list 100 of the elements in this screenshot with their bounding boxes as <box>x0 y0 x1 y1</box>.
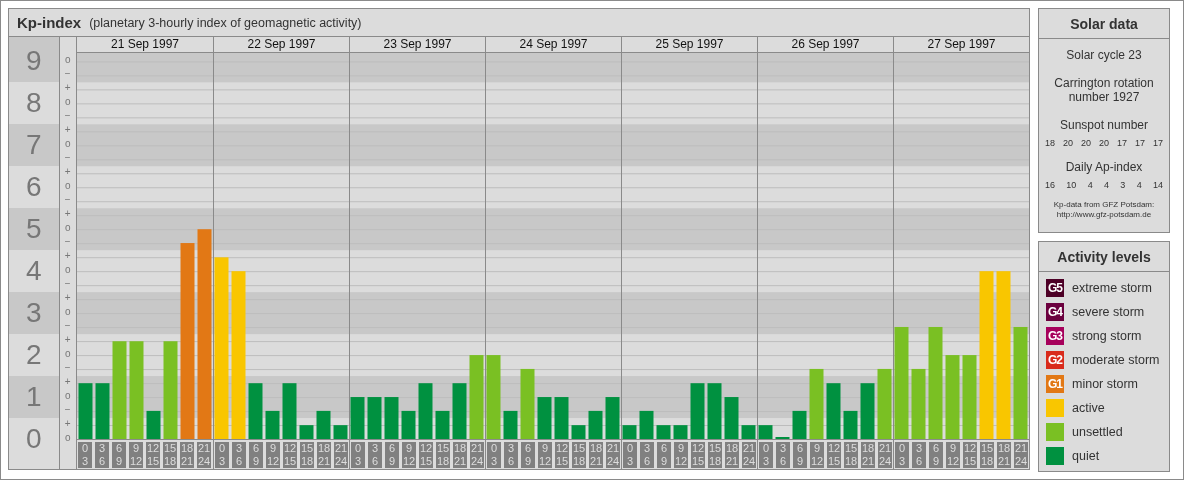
kp-bar <box>299 425 314 439</box>
kp-bar <box>282 383 297 439</box>
hour-range-label: 9 12 <box>946 442 960 468</box>
y-axis-label: 9 <box>25 44 42 79</box>
kp-bar <box>146 410 161 439</box>
hour-range-label: 12 15 <box>691 442 705 468</box>
day-label: 25 Sep 1997 <box>655 37 724 52</box>
hour-range-label: 6 9 <box>385 442 399 468</box>
legend-swatch: G3 <box>1046 327 1064 345</box>
hour-range-label: 9 12 <box>810 442 824 468</box>
hour-range-label: 3 6 <box>640 442 654 468</box>
sunspot-value: 17 <box>1152 138 1163 148</box>
y-axis-label: 6 <box>25 170 42 205</box>
legend-label: moderate storm <box>1072 353 1160 367</box>
tick-label: − <box>63 193 72 207</box>
ap-index-title: Daily Ap-index <box>1065 160 1143 174</box>
kp-bar <box>741 425 756 439</box>
kp-bar <box>758 425 773 439</box>
sunspot-value: 20 <box>1063 138 1073 148</box>
tick-label: + <box>63 207 72 221</box>
hour-range-label: 12 15 <box>827 442 841 468</box>
tick-label: − <box>63 67 72 81</box>
kp-bar <box>724 397 739 439</box>
tick-label: o <box>63 95 72 109</box>
tick-label: + <box>63 249 72 263</box>
legend-label: minor storm <box>1072 377 1138 391</box>
hour-range-label: 0 3 <box>487 442 501 468</box>
chart-title: Kp-index <box>17 14 82 31</box>
kp-bar <box>350 397 365 439</box>
hour-range-label: 21 24 <box>334 442 348 468</box>
kp-bar <box>809 368 824 439</box>
kp-bar <box>520 368 535 439</box>
kp-bar <box>418 383 433 439</box>
hour-range-label: 0 3 <box>351 442 365 468</box>
tick-label: + <box>63 417 72 431</box>
hour-range-label: 12 15 <box>419 442 433 468</box>
hour-range-label: 3 6 <box>776 442 790 468</box>
kp-bar <box>452 383 467 439</box>
sunspot-value: 20 <box>1098 138 1109 148</box>
sunspot-value: 17 <box>1134 138 1145 148</box>
kp-bar <box>622 425 637 439</box>
sunspot-value: 17 <box>1116 138 1127 148</box>
hour-range-label: 9 12 <box>538 442 552 468</box>
tick-label: + <box>63 81 72 95</box>
tick-label: − <box>63 109 72 123</box>
day-label: 26 Sep 1997 <box>791 37 860 52</box>
legend-label: active <box>1072 401 1105 415</box>
kp-bar <box>707 383 722 439</box>
legend-label: strong storm <box>1072 329 1142 343</box>
sunspot-title: Sunspot number <box>1059 118 1149 132</box>
kp-bar <box>673 425 688 439</box>
tick-label: + <box>63 165 72 179</box>
y-axis-label: 5 <box>25 212 42 247</box>
legend-swatch: G4 <box>1046 303 1064 321</box>
tick-label: + <box>63 123 72 137</box>
tick-label: o <box>63 389 72 403</box>
hour-range-label: 21 24 <box>1014 442 1028 468</box>
y-axis-label: 7 <box>25 128 42 163</box>
tick-label: − <box>63 361 72 375</box>
hour-range-label: 9 12 <box>674 442 688 468</box>
hour-range-label: 15 18 <box>163 442 177 468</box>
chart-subtitle: (planetary 3-hourly index of geomagnetic activity) <box>89 15 362 30</box>
hour-range-label: 0 3 <box>895 442 909 468</box>
sunspot-value: 18 <box>1045 138 1055 148</box>
hour-range-label: 18 21 <box>861 442 875 468</box>
sunspot-value: 20 <box>1080 138 1091 148</box>
hour-range-label: 6 9 <box>929 442 943 468</box>
hour-range-label: 15 18 <box>572 442 586 468</box>
legend-label: severe storm <box>1072 305 1145 319</box>
ap-index-value: 4 <box>1136 180 1142 190</box>
tick-label: o <box>63 431 72 445</box>
hour-range-label: 6 9 <box>249 442 263 468</box>
hour-range-label: 9 12 <box>129 442 143 468</box>
kp-bar <box>95 383 110 439</box>
kp-bar <box>877 368 892 439</box>
kp-bar <box>605 397 620 439</box>
kp-bar <box>265 410 280 439</box>
tick-label: + <box>63 291 72 305</box>
legend-label: unsettled <box>1072 425 1123 439</box>
panel-title: Activity levels <box>1057 248 1151 265</box>
tick-label: − <box>63 319 72 333</box>
kp-bar <box>792 410 807 439</box>
hour-range-label: 21 24 <box>606 442 620 468</box>
ap-index-value: 4 <box>1104 180 1109 190</box>
day-label: 21 Sep 1997 <box>110 37 180 52</box>
hour-range-label: 9 12 <box>266 442 280 468</box>
hour-range-label: 18 21 <box>453 442 467 468</box>
legend-swatch: G2 <box>1046 351 1064 369</box>
hour-range-label: 18 21 <box>997 442 1011 468</box>
kp-bar <box>401 410 416 439</box>
y-axis-label: 8 <box>25 86 42 121</box>
kp-bar <box>537 397 552 439</box>
day-label: 24 Sep 1997 <box>519 37 588 52</box>
tick-label: − <box>63 235 72 249</box>
kp-bar <box>384 397 399 439</box>
kp-bar <box>843 410 858 439</box>
hour-range-label: 12 15 <box>555 442 569 468</box>
tick-label: o <box>63 305 72 319</box>
y-axis-label: 0 <box>25 422 42 456</box>
day-label: 23 Sep 1997 <box>383 37 452 52</box>
